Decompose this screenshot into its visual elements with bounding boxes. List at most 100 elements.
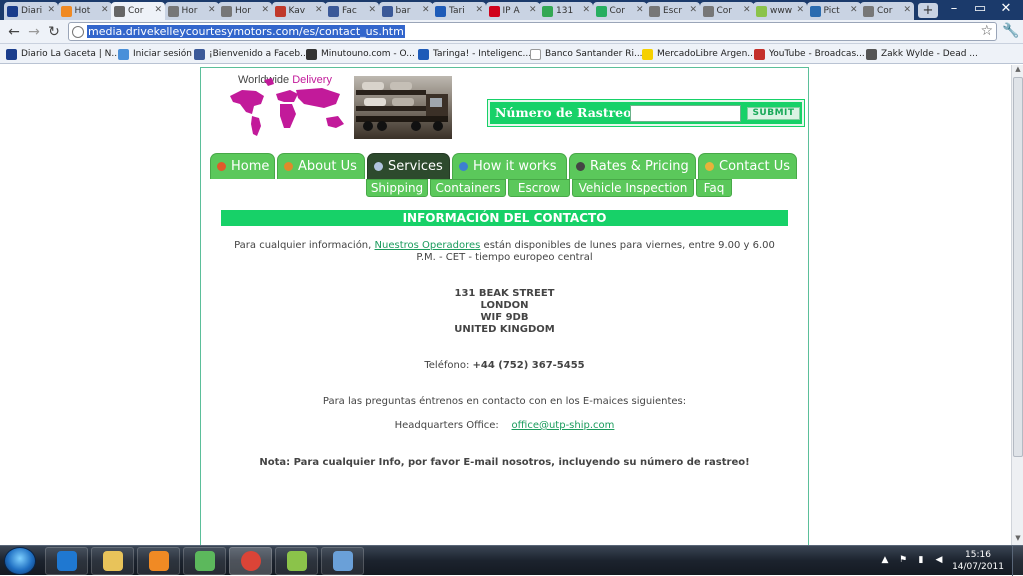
browser-tab[interactable]: Hor ✕ (164, 2, 219, 20)
taskbar-ie-button[interactable] (45, 547, 88, 575)
show-desktop-button[interactable] (1012, 546, 1023, 576)
page-scrollbar[interactable]: ▲ ▼ (1011, 65, 1023, 545)
browser-tab[interactable]: Cor ✕ (592, 2, 647, 20)
nav-tab-services[interactable]: Services (367, 153, 450, 179)
site-logo[interactable]: Worldwide Delivery (228, 74, 351, 138)
reload-button[interactable]: ↻ (45, 23, 63, 41)
tab-close-icon[interactable]: ✕ (582, 5, 590, 15)
url-text[interactable]: media.drivekelleycourtesymotors.com/es/c… (87, 25, 405, 38)
subnav-vehicle-inspection[interactable]: Vehicle Inspection (572, 179, 694, 197)
close-window-button[interactable]: ✕ (992, 0, 1020, 18)
browser-tab[interactable]: Fac ✕ (325, 2, 379, 20)
nav-icon (459, 162, 468, 171)
browser-tab[interactable]: Hor ✕ (218, 2, 272, 20)
nav-tab-about-us[interactable]: About Us (277, 153, 365, 179)
tab-close-icon[interactable]: ✕ (850, 5, 858, 15)
tab-close-icon[interactable]: ✕ (796, 5, 804, 15)
volume-icon[interactable]: ◀ (934, 555, 944, 565)
tab-close-icon[interactable]: ✕ (101, 5, 109, 15)
tab-label: 131 (556, 6, 574, 16)
nav-tab-how-it-works[interactable]: How it works (452, 153, 567, 179)
browser-tab[interactable]: Hot ✕ (57, 2, 112, 20)
maximize-button[interactable]: ▭ (966, 0, 994, 18)
forward-button[interactable]: → (25, 23, 43, 41)
tab-label: Diari (21, 6, 43, 16)
tracking-submit-button[interactable]: SUBMIT (747, 107, 800, 120)
intro-text: Para cualquier información, Nuestros Ope… (234, 240, 775, 251)
taskbar-paint-button[interactable] (321, 547, 364, 575)
bookmark-item[interactable]: Iniciar sesión (118, 47, 192, 61)
tracking-box: Número de Rastreo SUBMIT (487, 99, 805, 127)
tab-close-icon[interactable]: ✕ (261, 5, 269, 15)
tab-close-icon[interactable]: ✕ (475, 5, 483, 15)
operators-link[interactable]: Nuestros Operadores (375, 240, 481, 251)
tab-close-icon[interactable]: ✕ (422, 5, 430, 15)
tab-close-icon[interactable]: ✕ (368, 5, 376, 15)
forward-arrow-icon: → (28, 24, 40, 40)
taskbar-media-player-button[interactable] (137, 547, 180, 575)
hq-email-link[interactable]: office@utp-ship.com (512, 420, 615, 431)
tab-close-icon[interactable]: ✕ (208, 5, 216, 15)
browser-tab[interactable]: Pict ✕ (806, 2, 861, 20)
tab-close-icon[interactable]: ✕ (743, 5, 751, 15)
bookmark-item[interactable]: Minutouno.com - O... (306, 47, 415, 61)
power-icon[interactable]: ▮ (916, 555, 926, 565)
nav-tab-contact-us[interactable]: Contact Us (698, 153, 797, 179)
nav-tab-home[interactable]: Home (210, 153, 275, 179)
system-clock[interactable]: 15:16 14/07/2011 (950, 549, 1006, 573)
browser-tab[interactable]: Escr ✕ (646, 2, 700, 20)
nav-tab-rates-pricing[interactable]: Rates & Pricing (569, 153, 696, 179)
tab-close-icon[interactable]: ✕ (529, 5, 537, 15)
scroll-down-icon[interactable]: ▼ (1012, 534, 1023, 545)
scroll-up-icon[interactable]: ▲ (1012, 65, 1023, 76)
wrench-menu-icon[interactable]: 🔧 (1002, 23, 1019, 39)
bookmark-item[interactable]: MercadoLibre Argen... (642, 47, 756, 61)
subnav-faq[interactable]: Faq (696, 179, 732, 197)
back-button[interactable]: ← (5, 23, 23, 41)
browser-tab[interactable]: IP A ✕ (485, 2, 540, 20)
browser-tab[interactable]: bar ✕ (378, 2, 433, 20)
phone-line: Teléfono: +44 (752) 367-5455 (221, 360, 788, 372)
bookmark-item[interactable]: Banco Santander Ri... (530, 47, 643, 61)
subnav-shipping[interactable]: Shipping (366, 179, 428, 197)
taskbar-chrome-button[interactable] (229, 547, 272, 575)
taskbar-messenger-button[interactable] (183, 547, 226, 575)
taskbar-app-a-button[interactable] (275, 547, 318, 575)
bookmark-item[interactable]: Taringa! - Inteligenc... (418, 47, 531, 61)
browser-tab[interactable]: Cor ✕ (699, 2, 754, 20)
browser-tab[interactable]: Cor ✕ (860, 2, 914, 20)
tab-close-icon[interactable]: ✕ (47, 5, 55, 15)
tab-close-icon[interactable]: ✕ (903, 5, 911, 15)
browser-tab[interactable]: www ✕ (753, 2, 807, 20)
new-tab-button[interactable]: + (918, 3, 938, 18)
tab-close-icon[interactable]: ✕ (636, 5, 644, 15)
tab-favicon-icon (488, 5, 500, 17)
flag-icon[interactable]: ⚑ (898, 555, 908, 565)
scrollbar-thumb[interactable] (1013, 77, 1023, 457)
bookmark-item[interactable]: YouTube - Broadcas... (754, 47, 865, 61)
bookmark-item[interactable]: ¡Bienvenido a Faceb... (194, 47, 309, 61)
subnav-containers[interactable]: Containers (430, 179, 506, 197)
tab-close-icon[interactable]: ✕ (689, 5, 697, 15)
tab-close-icon[interactable]: ✕ (315, 5, 323, 15)
tab-label: bar (395, 6, 411, 16)
bookmark-item[interactable]: Diario La Gaceta | N... (6, 47, 120, 61)
bookmark-favicon-icon (530, 48, 541, 60)
ie-icon (56, 551, 77, 571)
bookmark-star-icon[interactable]: ☆ (980, 23, 993, 39)
address-bar[interactable]: media.drivekelleycourtesymotors.com/es/c… (68, 22, 997, 41)
subnav-escrow[interactable]: Escrow (508, 179, 570, 197)
tracking-number-input[interactable] (630, 105, 741, 122)
start-button[interactable] (4, 547, 36, 575)
bookmark-item[interactable]: Zakk Wylde - Dead ... (866, 47, 978, 61)
browser-tab[interactable]: Diari ✕ (4, 2, 58, 20)
browser-tab[interactable]: Tari ✕ (432, 2, 486, 20)
browser-tab[interactable]: Cor ✕ (111, 2, 165, 20)
minimize-button[interactable]: – (940, 0, 968, 18)
tab-close-icon[interactable]: ✕ (154, 5, 162, 15)
nav-tab-label: How it works (473, 159, 557, 174)
tray-arrow-icon[interactable]: ▲ (880, 555, 890, 565)
browser-tab[interactable]: 131 ✕ (539, 2, 593, 20)
taskbar-explorer-button[interactable] (91, 547, 134, 575)
browser-tab[interactable]: Kav ✕ (271, 2, 326, 20)
